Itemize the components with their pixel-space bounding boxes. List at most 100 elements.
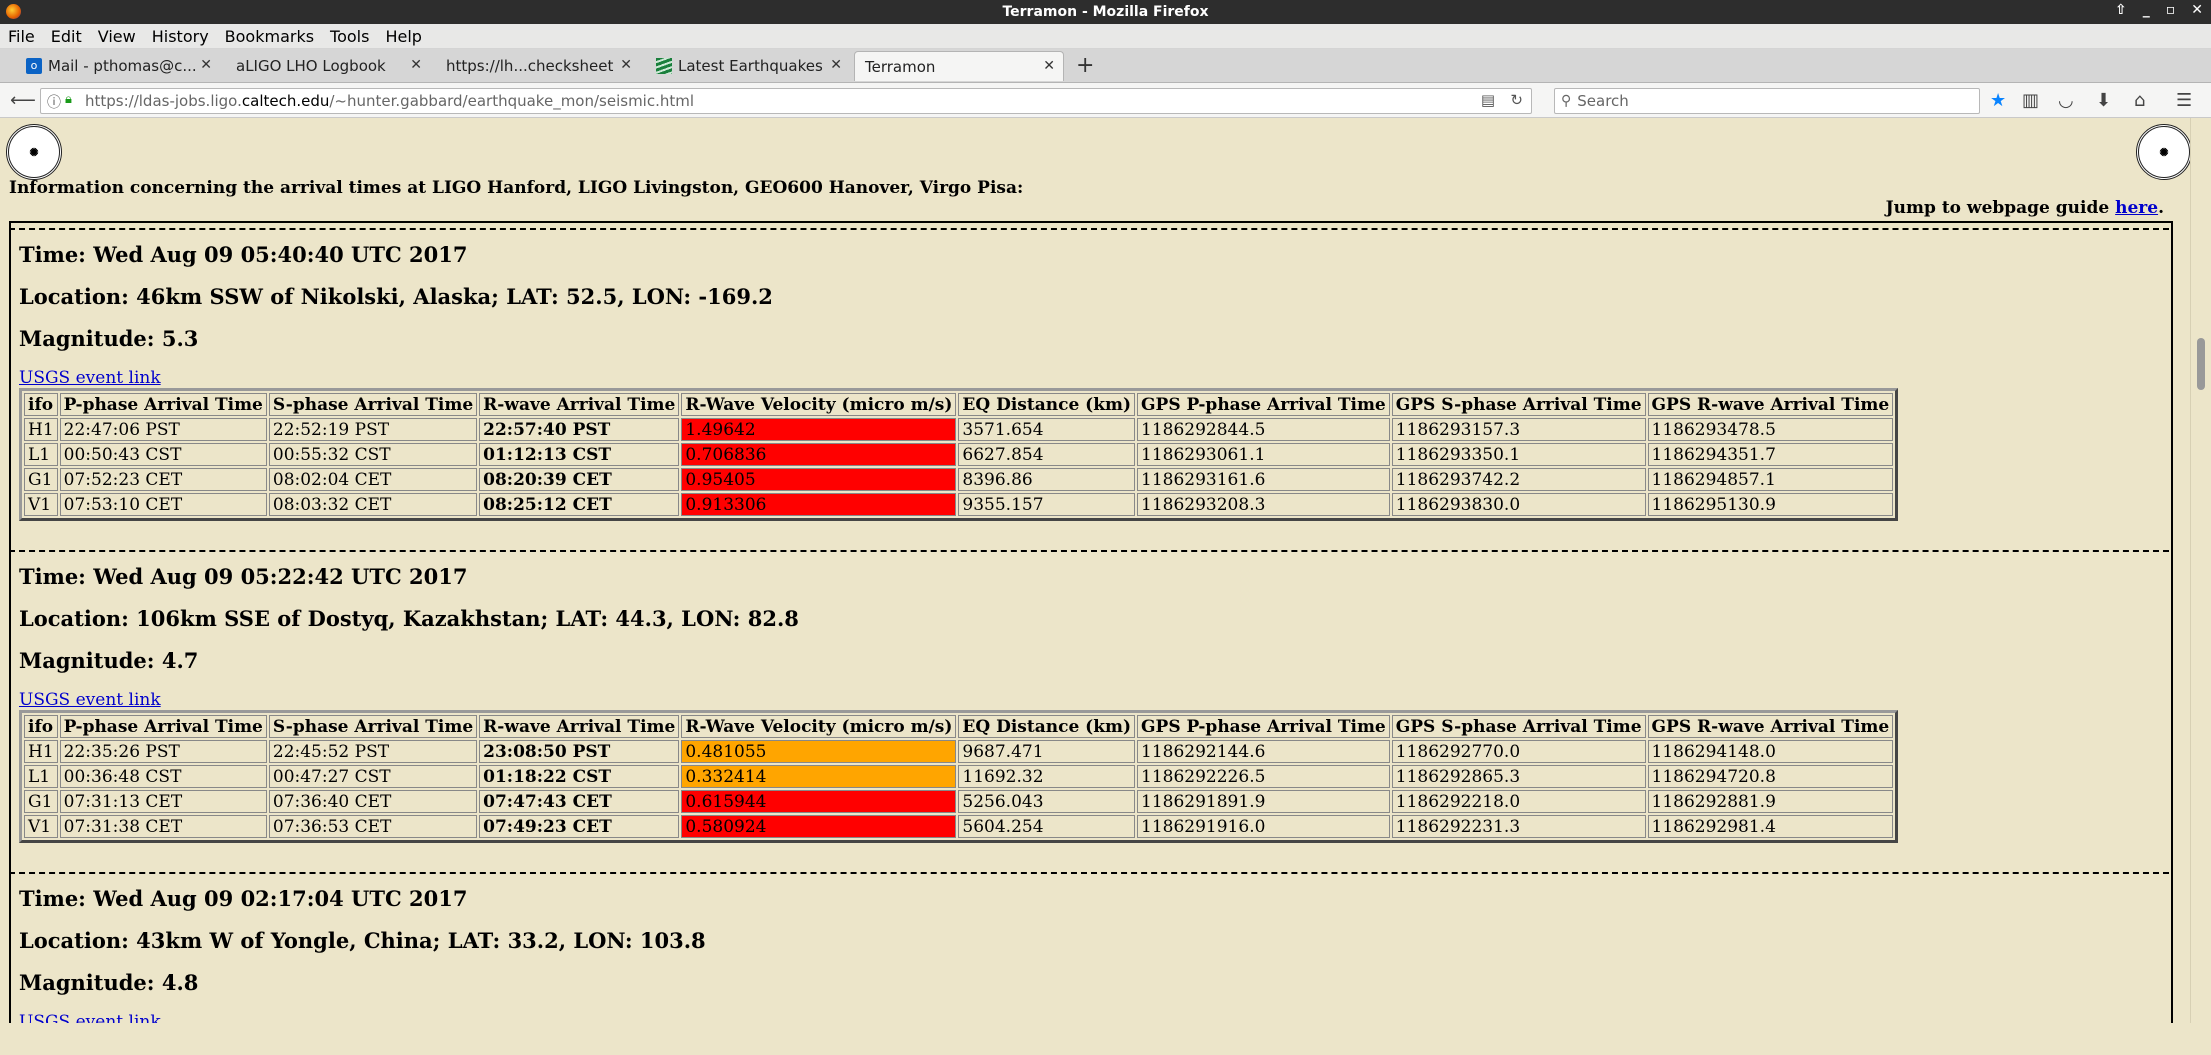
cell-dist: 9355.157 (958, 493, 1136, 516)
cell-gr: 1186293478.5 (1647, 418, 1894, 441)
menu-bar: File Edit View History Bookmarks Tools H… (0, 24, 2211, 49)
cell-gs: 1186292218.0 (1391, 790, 1646, 813)
cell-s: 22:52:19 PST (268, 418, 478, 441)
cell-gp: 1186293161.6 (1137, 468, 1390, 491)
minimize-icon[interactable]: _ (2143, 2, 2150, 18)
info-icon[interactable]: ⓘ (47, 92, 61, 112)
cell-gr: 1186295130.9 (1647, 493, 1894, 516)
menu-bookmarks[interactable]: Bookmarks (217, 27, 322, 46)
downloads-icon[interactable]: ⬇ (2096, 90, 2111, 111)
event-magnitude: Magnitude: 4.7 (19, 648, 199, 673)
bookmark-star-icon[interactable]: ★ (1990, 90, 2006, 111)
column-header: R-Wave Velocity (micro m/s) (681, 715, 957, 738)
usgs-event-link[interactable]: USGS event link (19, 368, 161, 388)
menu-file[interactable]: File (0, 27, 43, 46)
event-magnitude: Magnitude: 5.3 (19, 326, 199, 351)
tab-checksheet[interactable]: https://lh...checksheet ✕ (436, 51, 640, 81)
terramon-logo-right: ✺ (2136, 124, 2190, 180)
tab-mail[interactable]: o Mail - pthomas@c... ✕ (16, 51, 220, 81)
column-header: R-wave Arrival Time (479, 715, 680, 738)
back-icon[interactable]: ⟵ (10, 90, 36, 111)
cell-gp: 1186291891.9 (1137, 790, 1390, 813)
column-header: ifo (24, 715, 58, 738)
event-separator (9, 550, 2169, 552)
cell-vel: 0.615944 (681, 790, 957, 813)
close-tab-icon[interactable]: ✕ (620, 57, 632, 73)
close-window-icon[interactable]: ✕ (2191, 2, 2203, 18)
cell-gs: 1186293830.0 (1391, 493, 1646, 516)
table-row: V1 07:53:10 CET 08:03:32 CET 08:25:12 CET 0.… (24, 493, 1894, 516)
column-header: S-phase Arrival Time (268, 715, 478, 738)
tab-terramon[interactable]: Terramon ✕ (854, 51, 1064, 81)
cell-vel: 0.580924 (681, 815, 957, 838)
search-input[interactable]: ⚲ Search (1554, 88, 1980, 114)
intro-text: Information concerning the arrival times… (9, 178, 1024, 198)
window-controls: ⇧ _ ▫ ✕ (2115, 2, 2203, 18)
menu-history[interactable]: History (144, 27, 217, 46)
reload-icon[interactable]: ↻ (1510, 91, 1523, 109)
cell-gr: 1186294857.1 (1647, 468, 1894, 491)
cell-gs: 1186293350.1 (1391, 443, 1646, 466)
cell-gp: 1186292144.6 (1137, 740, 1390, 763)
cell-gp: 1186293208.3 (1137, 493, 1390, 516)
cell-vel: 0.332414 (681, 765, 957, 788)
table-row: H1 22:47:06 PST 22:52:19 PST 22:57:40 PST 1.… (24, 418, 1894, 441)
restore-icon[interactable]: ▫ (2166, 2, 2176, 18)
lock-icon: 🔒︎ (65, 92, 72, 107)
column-header: ifo (24, 393, 58, 416)
column-header: GPS S-phase Arrival Time (1391, 715, 1646, 738)
event-separator (9, 872, 2169, 874)
close-tab-icon[interactable]: ✕ (1043, 58, 1055, 74)
table-row: V1 07:31:38 CET 07:36:53 CET 07:49:23 CET 0.… (24, 815, 1894, 838)
maximize-up-icon[interactable]: ⇧ (2115, 2, 2127, 18)
cell-ifo: G1 (24, 790, 58, 813)
cell-r: 01:12:13 CST (479, 443, 680, 466)
close-tab-icon[interactable]: ✕ (410, 57, 422, 73)
cell-gs: 1186292865.3 (1391, 765, 1646, 788)
hamburger-menu-icon[interactable]: ☰ (2176, 90, 2192, 111)
vertical-scrollbar[interactable] (2190, 118, 2211, 1023)
tab-logbook[interactable]: aLIGO LHO Logbook ✕ (226, 51, 430, 81)
scrollbar-thumb[interactable] (2197, 338, 2205, 390)
table-row: L1 00:50:43 CST 00:55:32 CST 01:12:13 CST 0.… (24, 443, 1894, 466)
table-row: H1 22:35:26 PST 22:45:52 PST 23:08:50 PST 0.… (24, 740, 1894, 763)
guide-link[interactable]: here (2115, 198, 2158, 218)
usgs-event-link[interactable]: USGS event link (19, 690, 161, 710)
cell-r: 08:20:39 CET (479, 468, 680, 491)
close-tab-icon[interactable]: ✕ (830, 57, 842, 73)
usgs-event-link[interactable]: USGS event link (19, 1012, 161, 1023)
page-content: ✺ ✺ Information concerning the arrival t… (0, 118, 2190, 1023)
column-header: P-phase Arrival Time (59, 393, 267, 416)
cell-p: 00:36:48 CST (59, 765, 267, 788)
cell-gs: 1186292231.3 (1391, 815, 1646, 838)
cell-p: 07:31:13 CET (59, 790, 267, 813)
arrival-times-table: ifo P-phase Arrival Time S-phase Arrival T… (19, 710, 1899, 843)
menu-view[interactable]: View (90, 27, 144, 46)
close-tab-icon[interactable]: ✕ (200, 57, 212, 73)
pocket-icon[interactable]: ◡ (2058, 90, 2074, 111)
home-icon[interactable]: ⌂ (2134, 90, 2145, 111)
tab-earthquakes[interactable]: Latest Earthquakes ✕ (646, 51, 850, 81)
reader-view-icon[interactable]: ▤ (1481, 91, 1495, 109)
cell-gr: 1186294148.0 (1647, 740, 1894, 763)
cell-r: 23:08:50 PST (479, 740, 680, 763)
url-text[interactable]: https://ldas-jobs.ligo.caltech.edu/~hunt… (85, 92, 694, 110)
cell-gs: 1186293742.2 (1391, 468, 1646, 491)
column-header: GPS R-wave Arrival Time (1647, 393, 1894, 416)
url-bar[interactable]: ⓘ 🔒︎ https://ldas-jobs.ligo.caltech.edu/… (40, 88, 1532, 114)
cell-dist: 5256.043 (958, 790, 1136, 813)
cell-dist: 6627.854 (958, 443, 1136, 466)
usgs-icon (656, 58, 672, 74)
cell-ifo: L1 (24, 443, 58, 466)
cell-gr: 1186292981.4 (1647, 815, 1894, 838)
cell-ifo: G1 (24, 468, 58, 491)
cell-p: 07:31:38 CET (59, 815, 267, 838)
arrival-times-table: ifo P-phase Arrival Time S-phase Arrival T… (19, 388, 1899, 521)
library-icon[interactable]: ▥ (2022, 90, 2039, 111)
menu-edit[interactable]: Edit (43, 27, 90, 46)
new-tab-icon[interactable]: + (1076, 53, 1094, 78)
menu-help[interactable]: Help (377, 27, 429, 46)
tab-label: https://lh...checksheet (446, 57, 614, 75)
event-time: Time: Wed Aug 09 05:40:40 UTC 2017 (19, 242, 468, 267)
menu-tools[interactable]: Tools (322, 27, 377, 46)
